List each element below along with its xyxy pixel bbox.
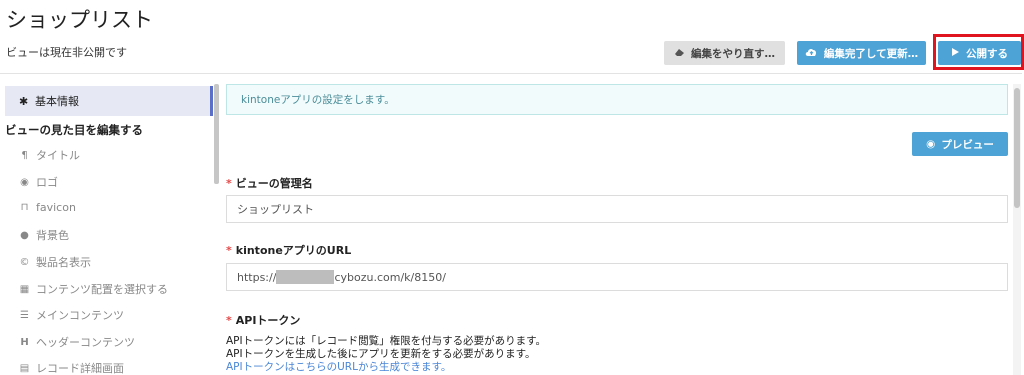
url-suffix: cybozu.com/k/8150/	[334, 270, 446, 284]
cloud-upload-icon	[805, 47, 818, 60]
droplet-icon: ●	[20, 229, 29, 241]
sidebar-item-product-name[interactable]: © 製品名表示	[19, 254, 92, 270]
page-title: ショップリスト	[6, 8, 153, 32]
sidebar-item-label: レコード詳細画面	[36, 362, 124, 375]
bookmark-icon: ⊓	[20, 202, 29, 213]
main-panel: kintoneアプリの設定をします。 ◉ プレビュー * ビューの管理名 ショップ…	[226, 84, 1011, 375]
required-marker: *	[226, 177, 232, 190]
sidebar-item-label: 製品名表示	[36, 256, 91, 269]
api-token-label: * APIトークン	[226, 314, 301, 327]
sidebar-scrollbar[interactable]	[214, 84, 219, 184]
finish-and-update-label: 編集完了して更新…	[823, 47, 919, 60]
sidebar-item-label: コンテンツ配置を選択する	[36, 283, 168, 296]
sidebar-item-label: タイトル	[36, 149, 80, 162]
visibility-status: ビューは現在非公開です	[6, 46, 127, 59]
app-url-input[interactable]: https:// cybozu.com/k/8150/	[226, 263, 1008, 291]
sidebar-item-header-content[interactable]: H ヘッダーコンテンツ	[19, 334, 135, 350]
copyright-icon: ©	[19, 256, 30, 268]
header-divider	[0, 73, 1022, 74]
info-message: kintoneアプリの設定をします。	[226, 84, 1008, 115]
sidebar-item-label: 背景色	[36, 229, 69, 242]
sidebar-item-label: メインコンテンツ	[36, 309, 124, 322]
view-name-label: * ビューの管理名	[226, 177, 313, 190]
view-name-input[interactable]: ショップリスト	[226, 195, 1008, 223]
redo-edit-label: 編集をやり直す…	[691, 47, 775, 60]
app-url-label: * kintoneアプリのURL	[226, 244, 352, 257]
required-marker: *	[226, 244, 232, 257]
sidebar-item-main-content[interactable]: ☰ メインコンテンツ	[19, 307, 124, 323]
required-marker: *	[226, 314, 232, 327]
list-icon: ☰	[20, 309, 29, 321]
sidebar-group-heading: ビューの見た目を編集する	[5, 123, 143, 137]
sidebar-item-background-color[interactable]: ● 背景色	[19, 227, 69, 243]
main-scrollbar[interactable]	[1013, 84, 1021, 375]
eye-icon: ◉	[20, 176, 29, 188]
sidebar-item-label: favicon	[36, 201, 76, 214]
sidebar-item-logo[interactable]: ◉ ロゴ	[19, 174, 58, 190]
view-name-value: ショップリスト	[237, 203, 314, 216]
main-scrollbar-thumb[interactable]	[1014, 88, 1020, 208]
preview-button[interactable]: ◉ プレビュー	[912, 132, 1008, 156]
sidebar-item-label: ロゴ	[36, 176, 58, 189]
sidebar-item-content-layout[interactable]: ▦ コンテンツ配置を選択する	[19, 281, 168, 297]
redo-edit-button[interactable]: 編集をやり直す…	[664, 41, 785, 65]
eraser-icon	[674, 47, 685, 60]
heading-icon: H	[20, 336, 29, 348]
url-prefix: https://	[237, 270, 277, 284]
sidebar: ✱ 基本情報 ビューの見た目を編集する ¶ タイトル ◉ ロゴ ⊓ favico…	[0, 84, 214, 375]
table-icon: ▤	[19, 362, 30, 374]
paragraph-icon: ¶	[21, 149, 28, 161]
publish-highlight-box	[933, 34, 1024, 70]
sidebar-item-favicon[interactable]: ⊓ favicon	[19, 201, 76, 214]
grid-icon: ▦	[19, 283, 30, 295]
sidebar-item-record-detail[interactable]: ▤ レコード詳細画面	[19, 360, 124, 375]
sidebar-item-label: ヘッダーコンテンツ	[36, 336, 135, 349]
gear-icon: ✱	[19, 94, 29, 108]
sidebar-item-basic-info[interactable]: ✱ 基本情報	[5, 86, 213, 116]
redacted-subdomain	[276, 270, 335, 284]
finish-and-update-button[interactable]: 編集完了して更新…	[797, 41, 926, 65]
preview-label: プレビュー	[941, 138, 994, 151]
sidebar-item-title[interactable]: ¶ タイトル	[19, 147, 80, 163]
sidebar-item-label: 基本情報	[35, 95, 79, 108]
api-token-link[interactable]: APIトークンはこちらのURLから生成できます。	[226, 359, 451, 374]
eye-icon: ◉	[926, 138, 936, 150]
